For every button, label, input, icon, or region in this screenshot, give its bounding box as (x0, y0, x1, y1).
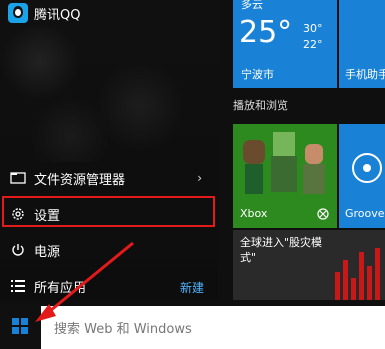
weather-condition: 多云 (241, 0, 263, 11)
search-placeholder: 搜索 Web 和 Windows (54, 322, 192, 337)
weather-high: 30° (303, 22, 323, 35)
file-explorer-item[interactable]: 文件资源管理器 › (0, 161, 218, 195)
groove-tile[interactable]: Groove (339, 124, 385, 228)
tile-group-title: 播放和浏览 (233, 99, 288, 112)
all-apps-label: 所有应用 (34, 280, 87, 296)
xbox-logo-icon (317, 208, 329, 220)
taskbar-search-box[interactable]: 搜索 Web 和 Windows (41, 306, 385, 349)
qq-icon (8, 3, 28, 23)
file-explorer-label: 文件资源管理器 (34, 172, 126, 188)
folder-icon (8, 168, 28, 188)
blurred-app-list (0, 26, 218, 162)
phone-assistant-tile[interactable]: 手机助手 (339, 0, 385, 88)
app-item-label: 腾讯QQ (34, 7, 81, 23)
news-tile[interactable]: 全球进入"股灾模式" (233, 230, 385, 300)
start-button[interactable] (0, 303, 40, 349)
power-icon (8, 240, 28, 260)
app-item-qq[interactable]: 腾讯QQ (0, 0, 218, 26)
chevron-right-icon[interactable]: › (197, 171, 202, 185)
new-badge: 新建 (179, 281, 204, 295)
power-item[interactable]: 电源 (0, 233, 218, 267)
weather-temperature: 25° (239, 15, 293, 50)
weather-low: 22° (303, 38, 323, 51)
list-icon (8, 276, 28, 296)
stock-chart-icon (333, 240, 385, 300)
weather-tile[interactable]: 多云 25° 30° 22° 宁波市 (233, 0, 337, 88)
xbox-avatars-icon (243, 132, 325, 194)
windows-logo-icon (12, 318, 28, 334)
groove-label: Groove (345, 207, 385, 220)
weather-city: 宁波市 (241, 68, 274, 81)
settings-highlight-box (2, 196, 215, 227)
groove-icon (352, 153, 382, 183)
xbox-tile[interactable]: Xbox (233, 124, 337, 228)
all-apps-item[interactable]: 所有应用 新建 (0, 269, 218, 303)
news-headline: 全球进入"股灾模式" (240, 236, 323, 264)
phone-assistant-label: 手机助手 (345, 68, 385, 81)
start-menu-app-list: 腾讯QQ 文件资源管理器 › 设置 电源 所有应用 新建 (0, 0, 218, 300)
power-label: 电源 (34, 244, 61, 260)
xbox-label: Xbox (240, 207, 268, 220)
